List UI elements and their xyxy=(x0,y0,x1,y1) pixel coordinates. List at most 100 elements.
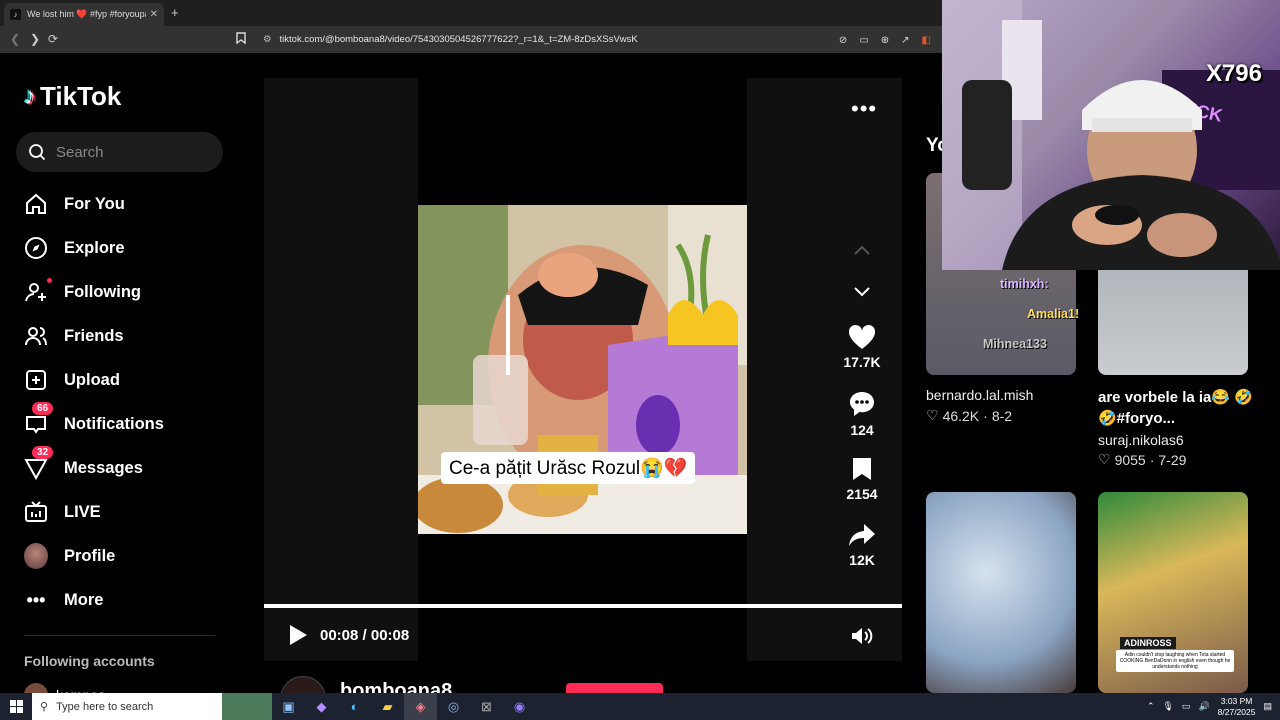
forward-icon[interactable]: ❯ xyxy=(30,32,40,46)
live-tv-icon xyxy=(24,500,48,524)
chevron-up-icon[interactable]: ⌃ xyxy=(1147,701,1155,712)
tiktok-logo[interactable]: ♪ TikTok xyxy=(24,81,121,112)
nav-live[interactable]: LIVE xyxy=(24,497,101,527)
search-icon xyxy=(29,144,46,161)
send-icon: 32 xyxy=(24,446,54,480)
nav-label: Profile xyxy=(64,546,116,565)
heart-outline-icon: ♡ xyxy=(926,407,939,423)
taskbar-search-input[interactable]: ⚲ Type here to search xyxy=(32,693,222,720)
browser-tab-bar: ♪ We lost him ❤️ #fyp #foryoupag ✕ + xyxy=(0,0,942,26)
video-frame[interactable]: Ce-a pățit Urăsc Rozul😭💔 xyxy=(418,205,747,534)
brand-name: TikTok xyxy=(40,81,122,111)
browser-app-icon[interactable]: ◈ xyxy=(404,693,437,720)
volume-icon[interactable]: 🔊 xyxy=(1198,701,1209,712)
url-field[interactable]: ⚙ tiktok.com/@bomboana8/video/7543030504… xyxy=(255,29,937,50)
thumb-author[interactable]: bernardo.lal.mish xyxy=(926,387,1033,403)
nav-messages[interactable]: 32 Messages xyxy=(24,446,143,483)
nav-following[interactable]: Following xyxy=(24,277,141,307)
network-icon[interactable]: ▭ xyxy=(1182,701,1191,712)
video-player[interactable]: Ce-a pățit Urăsc Rozul😭💔 ••• 17.7K 124 2… xyxy=(264,78,902,661)
nav-friends[interactable]: Friends xyxy=(24,321,124,351)
likes-count: 17.7K xyxy=(843,354,881,370)
zoom-icon[interactable]: ⊕ xyxy=(881,35,889,46)
bookmark-icon[interactable] xyxy=(236,32,246,47)
prev-video-button[interactable] xyxy=(834,244,890,256)
nav-for-you[interactable]: For You xyxy=(24,189,125,219)
start-button[interactable] xyxy=(0,693,32,720)
chat-message: timihxh: xyxy=(1000,277,1049,291)
nav-notifications[interactable]: 66 Notifications xyxy=(24,402,164,439)
messages-badge: 32 xyxy=(32,446,54,459)
comment-button[interactable]: 124 xyxy=(834,390,890,438)
notification-center-icon[interactable]: ▤ xyxy=(1263,701,1272,712)
chevron-down-icon xyxy=(854,287,870,297)
thumb-likes: 9055 xyxy=(1114,451,1146,468)
shares-count: 12K xyxy=(849,552,875,568)
tab-title: We lost him ❤️ #fyp #foryoupag xyxy=(27,9,146,19)
video-thumbnail[interactable]: ADINROSS Adin couldn't stop laughing whe… xyxy=(1098,492,1248,693)
clock[interactable]: 3:03 PM 8/27/2025 xyxy=(1218,696,1256,718)
next-video-button[interactable] xyxy=(834,286,890,298)
thumb-overlay-text: Adin couldn't stop laughing when Tota st… xyxy=(1116,650,1234,672)
avatar xyxy=(24,543,48,569)
comment-icon xyxy=(850,392,874,416)
widgets-icon[interactable] xyxy=(222,693,272,720)
video-thumbnail[interactable] xyxy=(926,492,1076,693)
edge-icon[interactable]: ◐ xyxy=(338,693,371,720)
author-avatar[interactable] xyxy=(280,676,326,693)
nav-label: For You xyxy=(64,194,125,213)
play-icon[interactable] xyxy=(288,624,308,646)
terminal-icon[interactable]: ⊠ xyxy=(470,693,503,720)
steam-icon[interactable]: ◎ xyxy=(437,693,470,720)
author-name[interactable]: bomboana8 xyxy=(340,680,452,693)
screen-icon[interactable]: ▭ xyxy=(859,35,868,46)
back-icon[interactable]: ❮ xyxy=(10,32,20,46)
thumb-meta: ♡ 9055 · 7-29 xyxy=(1098,451,1186,468)
sidebar: ♪ TikTok Search For You Explore Followin… xyxy=(0,53,245,707)
share-icon[interactable]: ↗ xyxy=(901,35,909,46)
save-button[interactable]: 2154 xyxy=(834,456,890,502)
nav-label: More xyxy=(64,590,104,609)
thumb-author[interactable]: suraj.nikolas6 xyxy=(1098,432,1184,448)
video-content-image xyxy=(418,205,747,534)
tiktok-logo-icon: ♪ xyxy=(24,82,36,110)
tracking-icon[interactable]: ⊘ xyxy=(839,35,847,46)
volume-button[interactable] xyxy=(850,626,874,651)
url-text: tiktok.com/@bomboana8/video/754303050452… xyxy=(279,34,638,45)
video-caption-overlay: Ce-a pățit Urăsc Rozul😭💔 xyxy=(441,452,696,484)
inbox-icon: 66 xyxy=(24,402,54,436)
extension-icon[interactable]: ◧ xyxy=(922,35,931,46)
nav-explore[interactable]: Explore xyxy=(24,233,125,263)
like-button[interactable]: 17.7K xyxy=(834,324,890,370)
clock-time: 3:03 PM xyxy=(1220,695,1253,706)
compass-icon xyxy=(24,236,48,260)
nav-upload[interactable]: Upload xyxy=(24,365,120,395)
heart-outline-icon: ♡ xyxy=(1098,451,1111,467)
address-bar-row: ❮ ❯ ⟳ ⚙ tiktok.com/@bomboana8/video/7543… xyxy=(0,26,942,53)
new-tab-button[interactable]: + xyxy=(171,5,179,20)
nav-label: Explore xyxy=(64,238,125,257)
search-input[interactable]: Search xyxy=(16,132,223,172)
follow-button[interactable] xyxy=(566,683,663,693)
site-info-icon[interactable]: ⚙ xyxy=(263,34,272,45)
tiktok-favicon-icon: ♪ xyxy=(10,9,21,20)
task-view-icon[interactable]: ▣ xyxy=(272,693,305,720)
video-progress-bar[interactable] xyxy=(264,604,902,608)
browser-tab[interactable]: ♪ We lost him ❤️ #fyp #foryoupag ✕ xyxy=(4,3,164,26)
heart-icon xyxy=(848,324,876,349)
webcam-image: KICK xyxy=(942,0,1280,270)
nav-more[interactable]: ••• More xyxy=(24,585,104,615)
copilot-icon[interactable]: ◆ xyxy=(305,693,338,720)
author-row: bomboana8 xyxy=(264,676,902,693)
file-explorer-icon[interactable]: ▰ xyxy=(371,693,404,720)
share-button[interactable]: 12K xyxy=(834,522,890,568)
close-tab-icon[interactable]: ✕ xyxy=(150,9,158,20)
reload-icon[interactable]: ⟳ xyxy=(48,32,58,46)
microphone-icon[interactable]: 🎙 xyxy=(1162,701,1173,712)
discord-icon[interactable]: ◉ xyxy=(503,693,536,720)
more-options-icon[interactable]: ••• xyxy=(851,96,877,122)
nav-profile[interactable]: Profile xyxy=(24,541,115,571)
streamer-webcam: KICK X796 xyxy=(942,0,1280,270)
thumb-caption[interactable]: are vorbele la ia😂 🤣🤣#foryo... xyxy=(1098,387,1258,429)
nav-label: Messages xyxy=(64,458,143,477)
